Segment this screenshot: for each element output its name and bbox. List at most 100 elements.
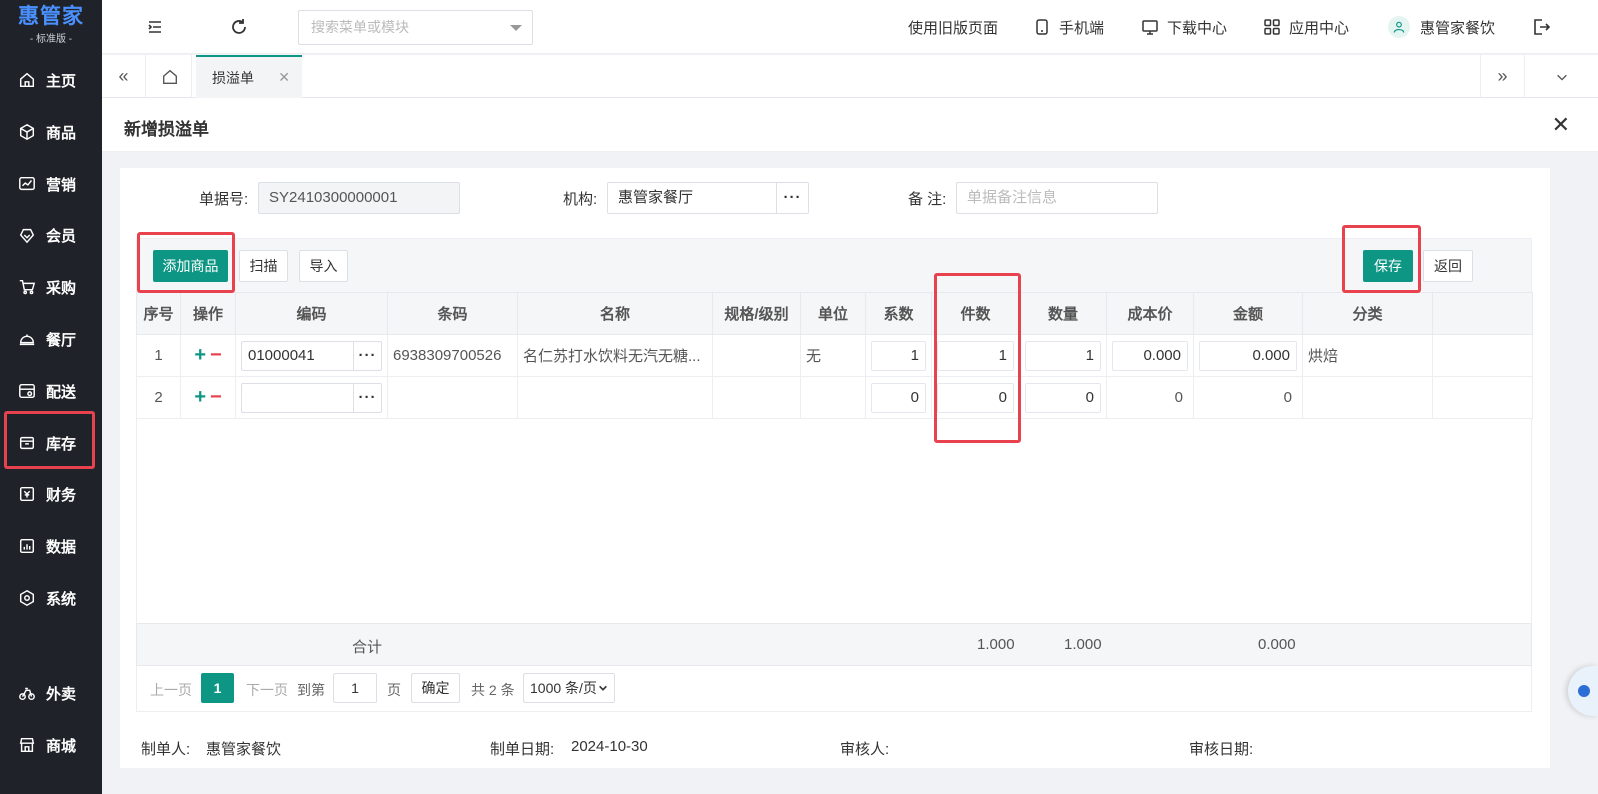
back-button[interactable]: 返回 <box>1423 250 1473 282</box>
date-label: 制单日期: <box>490 741 555 758</box>
finance-icon <box>19 486 35 502</box>
barcode-cell: 6938309700526 <box>387 334 518 377</box>
menu-fold-icon[interactable] <box>144 16 166 38</box>
sidebar-item-system[interactable]: 系统 <box>0 578 102 618</box>
sidebar-item-label: 配送 <box>46 383 77 401</box>
cost-input[interactable]: 0.000 <box>1112 340 1188 371</box>
logo-edition: - 标准版 - <box>29 33 73 45</box>
close-icon[interactable]: ✕ <box>278 69 290 86</box>
save-button[interactable]: 保存 <box>1363 250 1413 282</box>
close-icon[interactable]: ✕ <box>1552 112 1570 138</box>
maker-label: 制单人: <box>141 741 191 758</box>
qty-input[interactable]: 1 <box>1025 340 1101 371</box>
code-input[interactable]: 01000041 ··· <box>241 340 382 371</box>
barcode-cell <box>387 376 518 419</box>
remark-field[interactable]: 单据备注信息 <box>956 182 1158 214</box>
monitor-icon <box>1142 20 1158 35</box>
maker-value: 惠管家餐饮 <box>206 741 282 758</box>
factor-input[interactable]: 1 <box>871 340 926 371</box>
page-title: 新增损溢单 <box>124 120 209 139</box>
table-empty-area <box>136 418 1532 623</box>
column-header: 名称 <box>517 292 713 335</box>
import-button[interactable]: 导入 <box>299 250 348 282</box>
category-cell: 烘焙 <box>1302 334 1433 377</box>
sidebar-item-marketing[interactable]: 营销 <box>0 164 102 204</box>
sidebar-item-takeout[interactable]: 外卖 <box>0 673 102 713</box>
sidebar-item-finance[interactable]: 财务 <box>0 474 102 514</box>
remove-row-icon[interactable]: − <box>210 386 222 408</box>
dish-icon <box>19 334 35 346</box>
page-size-select[interactable]: 1000 条/页 <box>523 673 615 703</box>
add-row-icon[interactable]: + <box>194 386 206 408</box>
factor-input[interactable]: 0 <box>871 382 926 413</box>
name-cell: 名仁苏打水饮料无汽无糖... <box>517 334 713 377</box>
audit-date-label: 审核日期: <box>1189 741 1254 758</box>
more-icon[interactable]: ··· <box>353 383 381 412</box>
totals-row: 合计 1.000 1.000 0.000 <box>136 623 1532 666</box>
tab-loss-overflow[interactable]: 损溢单 ✕ <box>196 55 302 98</box>
assistant-float-button[interactable] <box>1568 666 1598 716</box>
add-row-icon[interactable]: + <box>194 344 206 366</box>
sidebar-item-data[interactable]: 数据 <box>0 526 102 566</box>
download-center-link[interactable]: 下载中心 <box>1141 0 1227 54</box>
sidebar-item-goods[interactable]: 商品 <box>0 112 102 152</box>
assistant-icon <box>1578 685 1590 697</box>
scan-button[interactable]: 扫描 <box>239 250 288 282</box>
page-unit-label: 页 <box>387 682 401 698</box>
prev-page[interactable]: 上一页 <box>150 680 192 700</box>
column-header: 金额 <box>1193 292 1303 335</box>
tab-scroll-right-icon[interactable]: » <box>1480 55 1524 98</box>
date-value: 2024-10-30 <box>571 738 648 755</box>
download-label: 下载中心 <box>1167 19 1228 37</box>
sidebar-item-member[interactable]: 会员 <box>0 215 102 255</box>
totals-label: 合计 <box>352 639 383 656</box>
more-icon[interactable]: ··· <box>776 183 808 213</box>
mobile-label: 手机端 <box>1059 19 1105 37</box>
search-input[interactable]: 搜索菜单或模块 <box>298 10 533 45</box>
data-icon <box>19 538 35 554</box>
pieces-input[interactable]: 0 <box>937 382 1014 413</box>
tab-scroll-left-icon[interactable]: « <box>102 55 146 98</box>
goto-page-input[interactable]: 1 <box>333 673 377 703</box>
sidebar-item-mall[interactable]: 商城 <box>0 725 102 765</box>
old-page-link[interactable]: 使用旧版页面 <box>908 0 998 54</box>
sidebar-item-home[interactable]: 主页 <box>0 60 102 100</box>
goto-label: 到第 <box>297 682 325 698</box>
goto-confirm-button[interactable]: 确定 <box>411 673 460 703</box>
more-icon[interactable]: ··· <box>353 341 381 370</box>
amount-input[interactable]: 0.000 <box>1199 340 1297 371</box>
next-page[interactable]: 下一页 <box>246 680 288 700</box>
add-goods-button[interactable]: 添加商品 <box>153 250 228 282</box>
column-header: 条码 <box>387 292 518 335</box>
remove-row-icon[interactable]: − <box>210 344 222 366</box>
sidebar-item-purchase[interactable]: 采购 <box>0 267 102 307</box>
chevron-down-icon <box>510 25 522 31</box>
code-cell: ··· <box>235 376 388 419</box>
sidebar-item-label: 外卖 <box>46 685 77 703</box>
filler-cell <box>1432 376 1533 419</box>
app-center-link[interactable]: 应用中心 <box>1263 0 1349 54</box>
code-input[interactable]: ··· <box>241 382 382 413</box>
mobile-link[interactable]: 手机端 <box>1033 0 1104 54</box>
column-header: 单位 <box>800 292 866 335</box>
totals-qty: 1.000 <box>1064 636 1102 653</box>
sidebar-item-delivery[interactable]: 配送 <box>0 371 102 411</box>
row-number: 2 <box>136 376 181 419</box>
org-label: 机构: <box>563 191 598 208</box>
pieces-input[interactable]: 1 <box>937 340 1014 371</box>
category-cell <box>1302 376 1433 419</box>
org-field[interactable]: 惠管家餐厅 ··· <box>607 182 809 214</box>
user-menu[interactable]: 惠管家餐饮 <box>1388 0 1495 54</box>
qty-input[interactable]: 0 <box>1025 382 1101 413</box>
tab-home[interactable] <box>148 55 192 98</box>
sidebar-item-label: 商城 <box>46 737 77 755</box>
factor-cell: 0 <box>865 376 932 419</box>
tab-menu-chevron-down-icon[interactable] <box>1524 55 1598 98</box>
logout-icon[interactable] <box>1530 16 1552 38</box>
sidebar-item-restaurant[interactable]: 餐厅 <box>0 319 102 359</box>
refresh-icon[interactable] <box>228 16 250 38</box>
current-page[interactable]: 1 <box>201 673 234 703</box>
totals-pieces: 1.000 <box>977 636 1015 653</box>
amount-cell: 0 <box>1193 376 1303 419</box>
member-icon <box>19 228 35 244</box>
